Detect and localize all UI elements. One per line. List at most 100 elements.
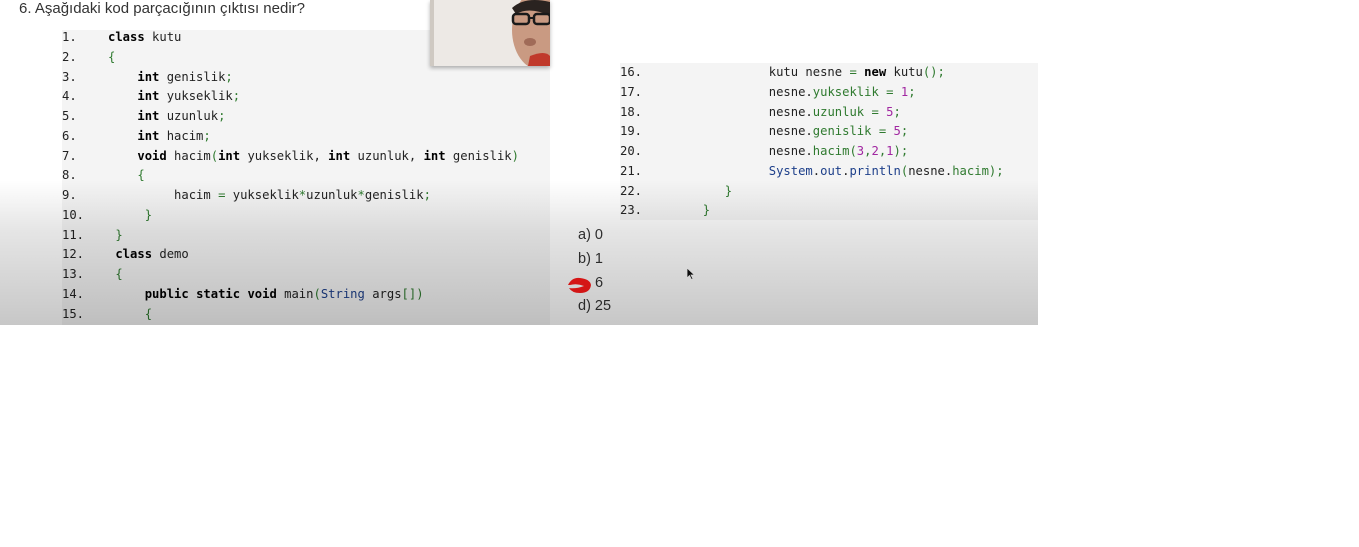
code-line: 2. { [62, 48, 115, 67]
code-token: } [724, 183, 733, 198]
code-token: int [218, 148, 241, 163]
line-number: 22. [620, 183, 643, 198]
code-token: } [702, 203, 711, 218]
code-token: { [115, 267, 123, 281]
option-b[interactable]: b) 1 [578, 251, 603, 267]
line-number: 10. [62, 207, 85, 222]
code-token: int [137, 69, 160, 84]
option-a[interactable]: a) 0 [578, 227, 603, 243]
code-token: String [320, 286, 365, 301]
code-token: println [849, 163, 901, 178]
code-block-left: 1. class kutu 2.{3. int genislik; 4. int yu… [62, 30, 550, 325]
code-line: 3. int genislik; [62, 68, 233, 87]
line-number: 9. [62, 188, 77, 202]
code-token: ; [232, 89, 241, 104]
code-block-right: 16. kutu nesne = new kutu(); 17. nesne.yu… [620, 63, 1038, 220]
code-token: hacim [952, 163, 989, 178]
line-number: 12. [62, 247, 85, 262]
code-line: 5. int uzunluk; [62, 107, 225, 126]
line-number: 6. [62, 128, 77, 143]
code-token: hacim [812, 144, 850, 158]
code-token: kutu [144, 30, 182, 44]
code-line: 1. class kutu [62, 28, 181, 47]
code-token: nesne. [908, 163, 953, 178]
code-line: 18. nesne.uzunluk = 5; [620, 103, 901, 122]
code-line: 7. void hacim(int yukseklik, int uzunluk… [62, 147, 519, 166]
line-number: 16. [620, 65, 643, 79]
code-token: ; [908, 84, 916, 99]
code-token: * [357, 188, 365, 202]
code-token: ; [893, 104, 901, 119]
code-line: 15. { [62, 305, 152, 324]
line-number: 19. [620, 124, 643, 139]
code-token: System [768, 163, 813, 178]
code-token: nesne. [768, 84, 813, 99]
code-token: out [820, 163, 843, 178]
line-number: 23. [620, 203, 643, 218]
code-token: hacim [166, 148, 211, 163]
code-token: ( [313, 286, 321, 301]
code-token: = [871, 104, 879, 119]
webcam-overlay [430, 0, 550, 66]
line-number: 14. [62, 286, 85, 301]
option-c[interactable]: 6 [595, 275, 603, 291]
line-number: 15. [62, 306, 85, 321]
code-token: args [364, 286, 402, 301]
code-line: 20. nesne.hacim(3,2,1); [620, 142, 908, 161]
line-number: 3. [62, 69, 77, 84]
code-token: int [328, 148, 351, 163]
code-token: public [144, 286, 189, 301]
code-token: main [276, 286, 314, 301]
code-token: yukseklik [225, 188, 299, 202]
code-line: 21. System.out.println(nesne.hacim); [620, 162, 1004, 181]
line-number: 18. [620, 104, 643, 119]
code-token: genislik [159, 69, 226, 84]
code-line: 13. { [62, 265, 123, 284]
code-token: uzunluk [306, 188, 358, 202]
code-line: 23. } [620, 201, 710, 220]
code-token: int [423, 148, 446, 163]
code-token: = [849, 65, 857, 79]
code-token: nesne. [768, 144, 813, 158]
code-token: genislik [812, 124, 872, 139]
line-number: 8. [62, 168, 77, 183]
line-number: 17. [620, 84, 643, 99]
line-number: 2. [62, 49, 77, 64]
code-token: genislik [445, 148, 512, 163]
code-token: demo [152, 247, 189, 262]
line-number: 13. [62, 267, 85, 281]
code-token: . [812, 163, 821, 178]
code-token: ( [210, 148, 219, 163]
code-token: ; [218, 109, 226, 123]
line-number: 7. [62, 148, 77, 163]
line-number: 5. [62, 109, 77, 123]
code-token: nesne. [768, 124, 813, 139]
code-token: genislik [364, 188, 424, 202]
code-token: new [864, 65, 887, 79]
code-token: nesne. [768, 104, 813, 119]
code-token: } [144, 207, 153, 222]
code-token: ) [511, 148, 519, 163]
code-token: void [247, 286, 277, 301]
code-token: ; [225, 69, 233, 84]
line-number: 1. [62, 30, 77, 44]
code-line: 19. nesne.genislik = 5; [620, 122, 908, 141]
code-token: 1 [886, 144, 894, 158]
code-token: []) [401, 286, 424, 301]
code-token: ( [849, 144, 857, 158]
option-d[interactable]: d) 25 [578, 298, 611, 314]
code-line: 16. kutu nesne = new kutu(); [620, 63, 945, 82]
